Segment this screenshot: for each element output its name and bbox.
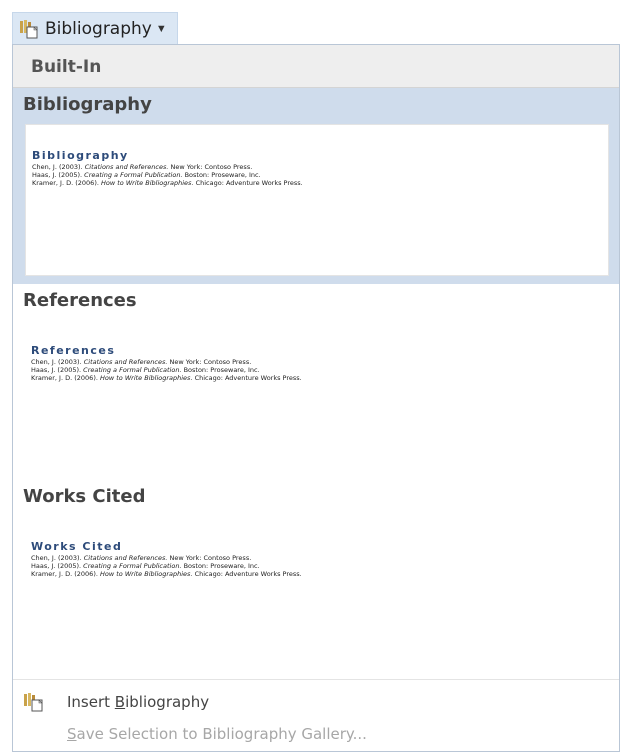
chevron-down-icon: ▼ bbox=[155, 22, 167, 35]
preview-entry: Kramer, J. D. (2006). How to Write Bibli… bbox=[32, 179, 303, 187]
insert-bibliography-label: Insert Bibliography bbox=[67, 693, 210, 711]
preview-entry: Kramer, J. D. (2006). How to Write Bibli… bbox=[31, 570, 302, 578]
gallery-item-title: Bibliography bbox=[23, 94, 152, 115]
preview-entry: Chen, J. (2003). Citations and Reference… bbox=[31, 358, 252, 366]
preview-entry: Haas, J. (2005). Creating a Formal Publi… bbox=[31, 366, 260, 374]
preview-heading: References bbox=[31, 344, 116, 357]
preview-entry: Kramer, J. D. (2006). How to Write Bibli… bbox=[31, 374, 302, 382]
gallery-footer-menu: Insert Bibliography Save Selection to Bi… bbox=[13, 679, 619, 754]
gallery-item-works-cited[interactable]: Works Cited Works Cited Chen, J. (2003).… bbox=[13, 480, 619, 676]
gallery-item-preview: References Chen, J. (2003). Citations an… bbox=[25, 320, 609, 472]
gallery-item-title: References bbox=[23, 290, 137, 311]
preview-entry: Chen, J. (2003). Citations and Reference… bbox=[31, 554, 252, 562]
bibliography-icon bbox=[19, 19, 39, 39]
gallery-item-references[interactable]: References References Chen, J. (2003). C… bbox=[13, 284, 619, 480]
insert-bibliography-menu-item[interactable]: Insert Bibliography bbox=[13, 686, 619, 718]
bibliography-icon bbox=[23, 692, 45, 712]
save-selection-menu-item[interactable]: Save Selection to Bibliography Gallery..… bbox=[13, 718, 619, 750]
preview-heading: Works Cited bbox=[31, 540, 123, 553]
preview-entry: Haas, J. (2005). Creating a Formal Publi… bbox=[31, 562, 260, 570]
gallery-item-title: Works Cited bbox=[23, 486, 146, 507]
bibliography-dropdown-button[interactable]: Bibliography ▼ bbox=[12, 12, 178, 44]
section-header: Built-In bbox=[13, 45, 619, 88]
gallery-item-bibliography[interactable]: Bibliography Bibliography Chen, J. (2003… bbox=[13, 88, 619, 284]
section-header-label: Built-In bbox=[31, 57, 102, 77]
bibliography-gallery: Built-In Bibliography Bibliography Chen,… bbox=[12, 44, 620, 752]
save-selection-label: Save Selection to Bibliography Gallery..… bbox=[67, 725, 367, 743]
preview-heading: Bibliography bbox=[32, 149, 129, 162]
preview-entry: Chen, J. (2003). Citations and Reference… bbox=[32, 163, 253, 171]
preview-entry: Haas, J. (2005). Creating a Formal Publi… bbox=[32, 171, 261, 179]
gallery-item-preview: Bibliography Chen, J. (2003). Citations … bbox=[25, 124, 609, 276]
gallery-item-preview: Works Cited Chen, J. (2003). Citations a… bbox=[25, 516, 609, 668]
bibliography-button-label: Bibliography bbox=[45, 18, 152, 39]
ribbon-area: Bibliography ▼ bbox=[0, 0, 622, 44]
